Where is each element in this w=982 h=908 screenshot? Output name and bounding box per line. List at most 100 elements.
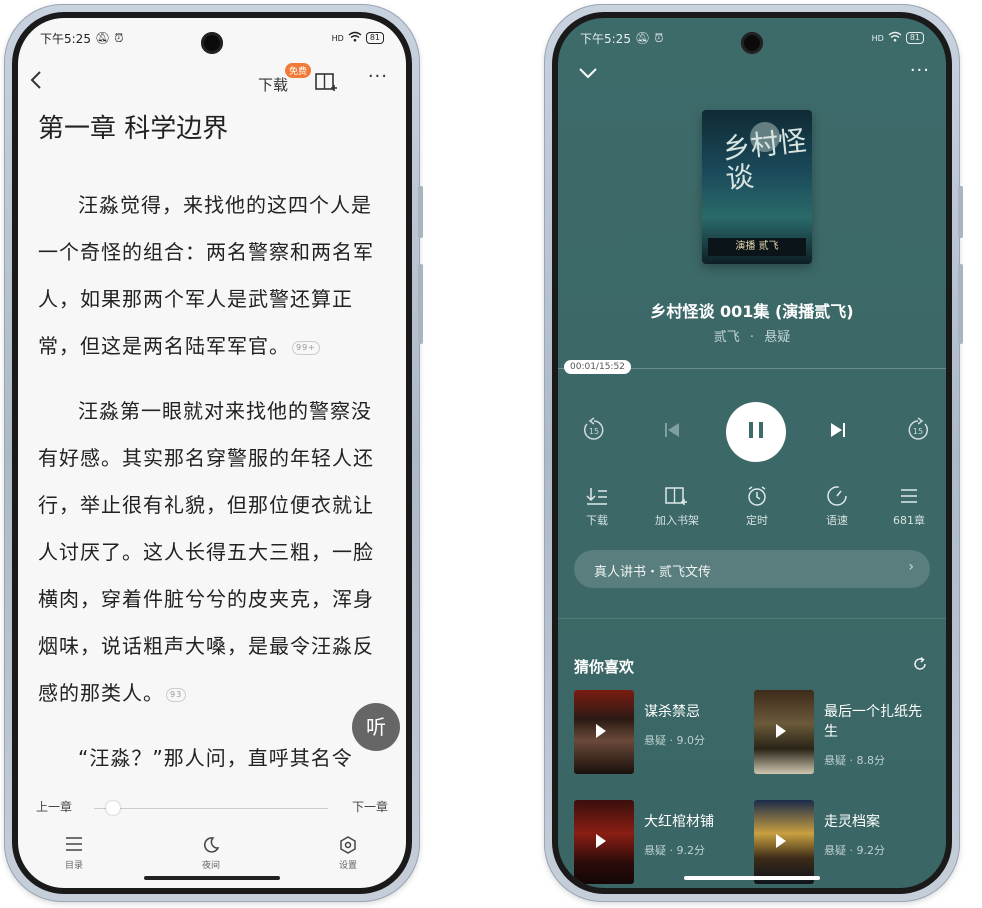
recommend-name: 谋杀禁忌 [644, 704, 700, 720]
paragraph: 汪淼第一眼就对来找他的警察没有好感。其实那名穿警服的年轻人还行，举止很有礼貌，但… [38, 388, 390, 717]
rewind-15-button[interactable]: 15 [576, 402, 612, 462]
alarm-icon [722, 484, 792, 508]
recommend-item[interactable]: 大红棺材铺 悬疑 · 9.2分 [574, 800, 754, 888]
album-cover: 乡村怪谈 演播 贰飞 [702, 110, 812, 264]
download-icon [562, 484, 632, 508]
paragraph: “汪淼？”那人问，直呼其名令 [38, 735, 390, 782]
bezel: 下午5:25 🔕︎ ⏰︎ HD 81 下载 免费 ··· 第一章 科学边界 汪淼… [12, 12, 412, 894]
nav-settings[interactable]: 设置 [318, 836, 378, 871]
more-icon[interactable]: ··· [910, 60, 930, 81]
reader-toolbar: 下载 免费 ··· [18, 60, 406, 100]
add-bookshelf-icon[interactable] [315, 72, 339, 96]
chapters-action[interactable]: 681章 [874, 484, 944, 528]
paragraph-text: 汪淼第一眼就对来找他的警察没有好感。其实那名穿警服的年轻人还行，举止很有礼貌，但… [38, 399, 374, 705]
svg-text:15: 15 [589, 427, 599, 436]
listen-button[interactable]: 听 [352, 703, 400, 751]
meta-separator: · [749, 330, 755, 345]
paragraph-text: 汪淼觉得，来找他的这四个人是一个奇怪的组合：两名警察和两名军人，如果那两个军人是… [38, 193, 374, 358]
more-icon[interactable]: ··· [368, 66, 388, 87]
recommend-genre: 悬疑 [824, 844, 846, 857]
recommend-thumbnail [574, 690, 634, 774]
action-label: 加入书架 [655, 514, 699, 527]
next-chapter-button[interactable]: 下一章 [352, 798, 388, 815]
next-track-button[interactable] [820, 402, 856, 462]
nav-label: 设置 [338, 861, 357, 871]
pause-button[interactable] [726, 402, 786, 462]
recommend-item[interactable]: 最后一个扎纸先生 悬疑 · 8.8分 [754, 690, 934, 780]
genre-tag: 悬疑 [764, 330, 791, 345]
home-indicator[interactable] [684, 876, 820, 880]
reader-content: 汪淼觉得，来找他的这四个人是一个奇怪的组合：两名警察和两名军人，如果那两个军人是… [38, 182, 390, 800]
recommend-name: 最后一个扎纸先生 [824, 704, 922, 740]
status-bar: 下午5:25 🔕︎ ⏰︎ HD 81 [40, 28, 384, 48]
home-indicator[interactable] [144, 876, 280, 880]
speed-icon [802, 484, 872, 508]
power-button [958, 264, 963, 344]
status-time: 下午5:25 [40, 31, 91, 46]
related-banner[interactable]: 真人讲书・贰飞文传 › [574, 550, 930, 588]
wifi-icon [888, 31, 902, 45]
recommend-item[interactable]: 谋杀禁忌 悬疑 · 9.0分 [574, 690, 754, 780]
add-bookshelf-icon [642, 484, 712, 508]
volume-button [418, 186, 423, 238]
track-title: 乡村怪谈 001集 (演播贰飞) [650, 302, 854, 321]
author-link[interactable]: 贰飞 [714, 330, 740, 345]
track-subtitle: 贰飞 · 悬疑 [558, 326, 946, 345]
add-bookshelf-action[interactable]: 加入书架 [642, 484, 712, 528]
recommend-meta: 悬疑 · 8.8分 [824, 754, 885, 767]
previous-track-button[interactable] [654, 402, 690, 462]
chapter-progress-knob[interactable] [106, 801, 120, 815]
reader-screen: 下午5:25 🔕︎ ⏰︎ HD 81 下载 免费 ··· 第一章 科学边界 汪淼… [18, 18, 406, 888]
cover-title: 乡村怪谈 [720, 123, 808, 196]
action-label: 语速 [826, 514, 848, 527]
comment-badge[interactable]: 93 [166, 687, 187, 702]
player-screen: 下午5:25 🔕︎ ⏰︎ HD 81 ··· 乡村怪谈 演播 贰飞 乡村怪谈 0… [558, 18, 946, 888]
recommend-meta: 悬疑 · 9.2分 [824, 844, 885, 857]
timer-action[interactable]: 定时 [722, 484, 792, 528]
back-icon[interactable] [30, 70, 42, 94]
download-button[interactable]: 下载 [258, 74, 288, 95]
chapter-title: 第一章 科学边界 [38, 114, 229, 144]
alarm-status-icon: ⏰︎ [654, 30, 664, 45]
paragraph-text: “汪淼？”那人问，直呼其名令 [78, 746, 353, 770]
nav-night[interactable]: 夜间 [181, 836, 241, 871]
recommend-thumbnail [754, 800, 814, 884]
recommend-thumbnail [574, 800, 634, 884]
nav-catalog[interactable]: 目录 [44, 836, 104, 871]
recommend-name: 走灵档案 [824, 814, 880, 830]
prev-chapter-button[interactable]: 上一章 [36, 798, 72, 815]
recommend-meta: 悬疑 · 9.2分 [644, 844, 706, 857]
refresh-icon[interactable] [912, 656, 928, 676]
divider [558, 618, 946, 619]
power-button [418, 264, 423, 344]
forward-15-button[interactable]: 15 [900, 402, 936, 462]
chevron-down-icon[interactable] [578, 64, 598, 83]
play-icon [596, 834, 606, 848]
skip-forward-icon [829, 422, 847, 442]
speed-action[interactable]: 语速 [802, 484, 872, 528]
settings-icon [318, 836, 378, 858]
player-actions: 下载 加入书架 定时 语速 681章 [558, 484, 946, 530]
recommend-name: 大红棺材铺 [644, 814, 714, 830]
download-action[interactable]: 下载 [562, 484, 632, 528]
signal-icon: HD [331, 33, 344, 43]
recommend-genre: 悬疑 [644, 734, 666, 747]
comment-badge[interactable]: 99+ [292, 340, 320, 355]
recommend-item[interactable]: 走灵档案 悬疑 · 9.2分 [754, 800, 934, 888]
nav-label: 目录 [64, 861, 83, 871]
recommend-score: 9.2分 [676, 844, 706, 857]
phone-frame-player: 下午5:25 🔕︎ ⏰︎ HD 81 ··· 乡村怪谈 演播 贰飞 乡村怪谈 0… [544, 4, 963, 902]
audio-progress-thumb[interactable]: 00:01/15:52 [564, 360, 631, 374]
bezel: 下午5:25 🔕︎ ⏰︎ HD 81 ··· 乡村怪谈 演播 贰飞 乡村怪谈 0… [552, 12, 952, 894]
forward-15-icon: 15 [905, 417, 931, 447]
battery-icon: 81 [905, 32, 924, 44]
recommend-thumbnail [754, 690, 814, 774]
action-label: 下载 [586, 514, 608, 527]
action-label: 定时 [746, 514, 768, 527]
action-label: 681章 [893, 514, 925, 527]
play-icon [776, 724, 786, 738]
recommend-meta: 悬疑 · 9.0分 [644, 734, 705, 747]
reader-bottom-nav: 目录 夜间 设置 [18, 836, 406, 876]
wifi-icon [348, 31, 362, 45]
chapter-progress-track[interactable] [94, 808, 328, 809]
